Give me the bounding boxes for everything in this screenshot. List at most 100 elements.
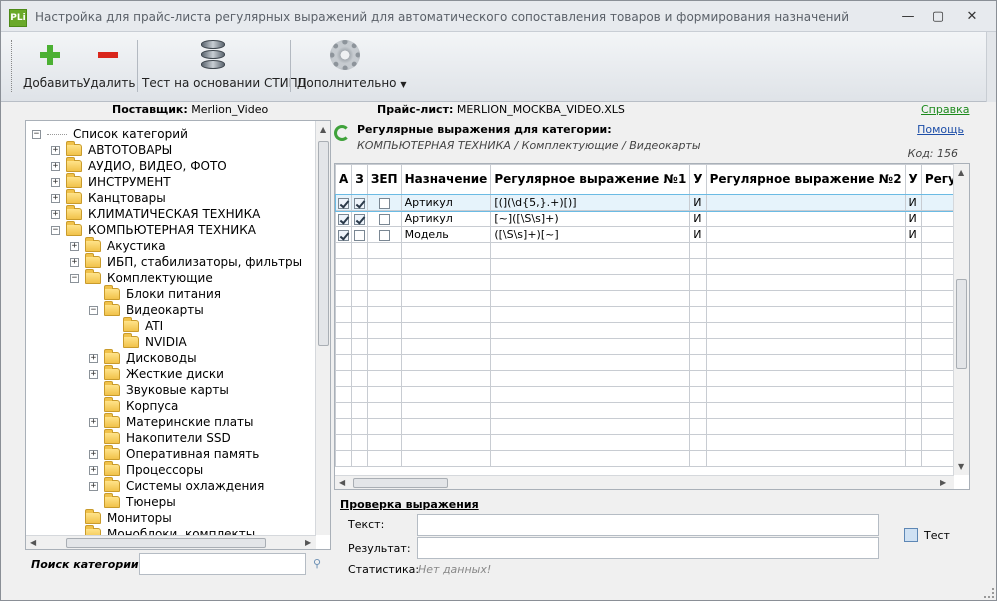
empty-cell[interactable] (689, 402, 707, 419)
empty-cell[interactable] (705, 450, 906, 467)
empty-cell[interactable] (400, 434, 492, 451)
empty-cell[interactable] (490, 402, 691, 419)
help-link-secondary[interactable]: Помощь (917, 123, 964, 136)
empty-cell[interactable] (904, 354, 922, 371)
empty-cell[interactable] (335, 242, 353, 259)
table-cell[interactable] (705, 194, 906, 211)
empty-cell[interactable] (904, 322, 922, 339)
checkbox-cell[interactable] (351, 210, 368, 227)
checkbox[interactable] (338, 213, 350, 225)
checkbox-cell[interactable] (335, 210, 353, 227)
tree-item[interactable]: + Канцтовары (51, 189, 166, 206)
empty-cell[interactable] (351, 434, 368, 451)
column-header[interactable]: У (904, 164, 922, 195)
empty-cell[interactable] (490, 258, 691, 275)
tree-item[interactable]: Накопители SSD (89, 429, 231, 446)
expand-icon[interactable]: + (89, 353, 98, 363)
empty-cell[interactable] (366, 306, 402, 323)
empty-cell[interactable] (490, 354, 691, 371)
empty-cell[interactable] (705, 402, 906, 419)
expand-icon[interactable]: + (51, 145, 60, 155)
search-icon[interactable]: ⚲ (313, 557, 321, 570)
tree-item[interactable]: Корпуса (89, 397, 178, 414)
test-stipp-button[interactable]: Тест на основании СТИПП (142, 38, 307, 94)
grid-vscrollbar[interactable]: ▲ ▼ (953, 164, 969, 475)
empty-cell[interactable] (366, 418, 402, 435)
table-cell[interactable]: И (689, 210, 707, 227)
empty-cell[interactable] (689, 258, 707, 275)
empty-cell[interactable] (490, 242, 691, 259)
empty-cell[interactable] (689, 370, 707, 387)
grid-hscroll-thumb[interactable] (353, 478, 448, 488)
tree-item[interactable]: + КЛИМАТИЧЕСКАЯ ТЕХНИКА (51, 205, 260, 222)
text-input[interactable] (417, 514, 879, 536)
empty-cell[interactable] (351, 450, 368, 467)
tree-item[interactable]: Тюнеры (89, 493, 176, 510)
empty-cell[interactable] (490, 450, 691, 467)
table-cell[interactable]: Артикул (400, 210, 492, 227)
tree-hscrollbar[interactable]: ◀ ▶ (26, 535, 316, 549)
column-header[interactable]: Регулярное выражение №1 (490, 164, 691, 195)
empty-cell[interactable] (490, 290, 691, 307)
tree-item[interactable]: + ИБП, стабилизаторы, фильтры (70, 253, 302, 270)
table-cell[interactable]: И (904, 194, 922, 211)
help-link[interactable]: Справка (921, 103, 969, 116)
tree-item[interactable]: + Жесткие диски (89, 365, 224, 382)
test-button[interactable]: Тест (904, 528, 950, 542)
table-cell[interactable]: И (904, 226, 922, 243)
empty-cell[interactable] (904, 434, 922, 451)
empty-cell[interactable] (351, 306, 368, 323)
tree-item[interactable]: − КОМПЬЮТЕРНАЯ ТЕХНИКА (51, 221, 256, 238)
empty-cell[interactable] (351, 274, 368, 291)
empty-cell[interactable] (705, 258, 906, 275)
empty-cell[interactable] (689, 290, 707, 307)
empty-cell[interactable] (705, 290, 906, 307)
empty-cell[interactable] (351, 386, 368, 403)
empty-cell[interactable] (705, 418, 906, 435)
empty-cell[interactable] (335, 402, 353, 419)
search-category-input[interactable] (139, 553, 306, 575)
checkbox-cell[interactable] (366, 210, 402, 227)
empty-cell[interactable] (366, 290, 402, 307)
delete-button[interactable]: Удалить (83, 38, 136, 94)
empty-cell[interactable] (705, 338, 906, 355)
expand-icon[interactable]: + (51, 177, 60, 187)
maximize-icon[interactable]: ▢ (925, 9, 951, 27)
empty-cell[interactable] (705, 306, 906, 323)
table-cell[interactable]: И (904, 210, 922, 227)
tree-item[interactable]: + Оперативная память (89, 445, 259, 462)
tree-item[interactable]: + Акустика (70, 237, 166, 254)
checkbox-cell[interactable] (335, 226, 353, 243)
expand-icon[interactable]: + (51, 209, 60, 219)
regex-grid[interactable]: А З ЗЕП Назначение Регулярное выражение №1 У Р… (334, 163, 970, 490)
empty-cell[interactable] (689, 386, 707, 403)
empty-cell[interactable] (490, 386, 691, 403)
checkbox[interactable] (378, 229, 390, 241)
empty-cell[interactable] (400, 386, 492, 403)
empty-cell[interactable] (490, 418, 691, 435)
resize-grip[interactable] (984, 588, 994, 598)
table-row[interactable]: Модель([\S\s]+)[~]ИИИ (335, 226, 969, 243)
checkbox[interactable] (378, 197, 390, 209)
empty-cell[interactable] (705, 322, 906, 339)
table-cell[interactable]: И (689, 226, 707, 243)
tree-item[interactable]: ATI (108, 317, 163, 334)
checkbox[interactable] (354, 213, 366, 225)
empty-cell[interactable] (904, 450, 922, 467)
empty-cell[interactable] (351, 290, 368, 307)
expand-icon[interactable]: + (89, 417, 98, 427)
empty-cell[interactable] (490, 306, 691, 323)
table-cell[interactable]: [~]([\S\s]+) (490, 210, 691, 227)
empty-cell[interactable] (904, 306, 922, 323)
empty-cell[interactable] (335, 386, 353, 403)
column-header[interactable]: З (351, 164, 368, 195)
tree-item[interactable]: NVIDIA (108, 333, 187, 350)
collapse-icon[interactable]: − (89, 305, 98, 315)
table-cell[interactable]: Артикул (400, 194, 492, 211)
tree-item[interactable]: + Дисководы (89, 349, 197, 366)
empty-cell[interactable] (366, 434, 402, 451)
empty-cell[interactable] (335, 306, 353, 323)
empty-cell[interactable] (335, 290, 353, 307)
empty-cell[interactable] (335, 322, 353, 339)
tree-hscroll-thumb[interactable] (66, 538, 266, 548)
